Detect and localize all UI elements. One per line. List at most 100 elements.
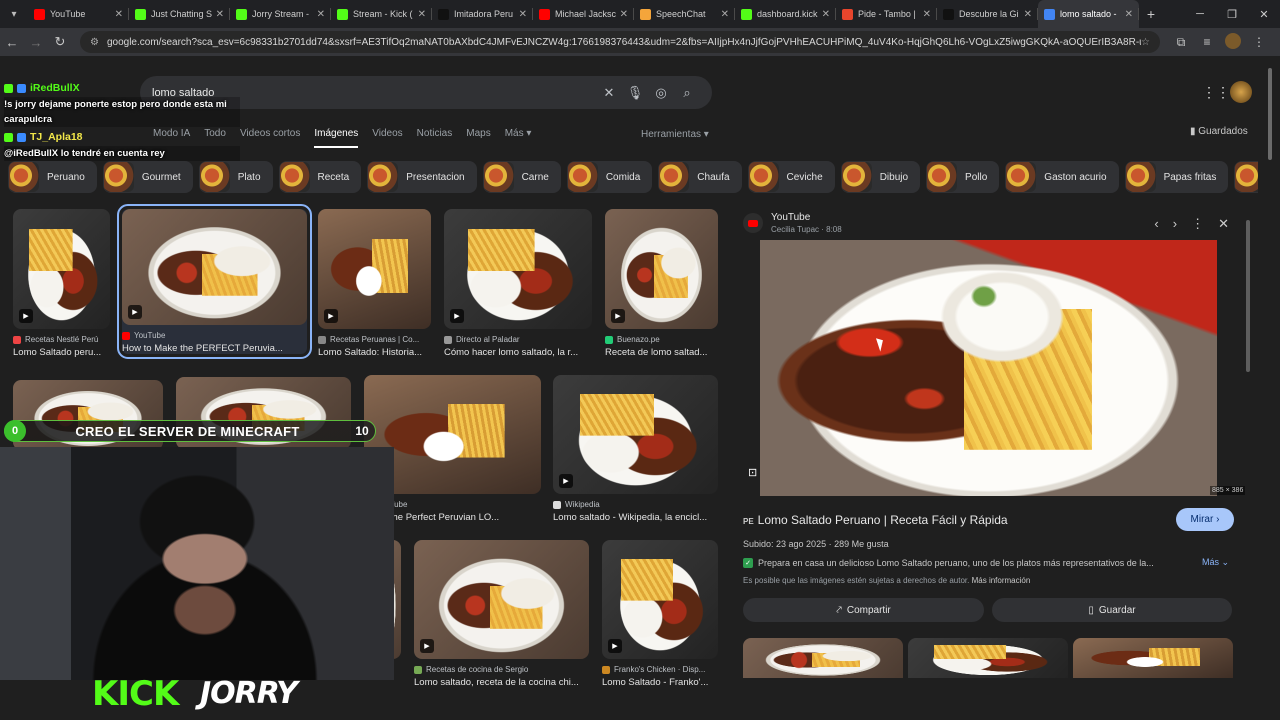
voice-search-icon[interactable]: 🎙 — [622, 85, 648, 101]
filter-chip[interactable]: Gaston acurio — [1005, 161, 1119, 193]
tab-search-icon[interactable]: ▾ — [0, 0, 28, 28]
browser-tab[interactable]: Just Chatting S ✕ — [129, 0, 230, 28]
preview-site[interactable]: YouTube — [771, 212, 842, 223]
browser-tab[interactable]: Imitadora Peru ✕ — [432, 0, 533, 28]
filter-chip[interactable]: Ceviche — [747, 161, 835, 193]
browser-tab[interactable]: Pide - Tambo | ✕ — [836, 0, 937, 28]
filter-chip[interactable]: Papas fritas — [1124, 161, 1229, 193]
panel-scrollbar[interactable] — [1246, 220, 1250, 372]
filter-chip[interactable]: Comida — [566, 161, 653, 193]
image-result[interactable]: ▶ Franko's Chicken · Disp... Lomo Saltado … — [602, 540, 718, 688]
site-info-icon[interactable]: ⚙ — [90, 37, 99, 48]
tab-más-[interactable]: Más ▾ — [505, 128, 532, 148]
menu-icon[interactable]: ⋮ — [1246, 35, 1272, 49]
result-title[interactable]: How to Make the PERFECT Peruvia... — [122, 343, 307, 354]
search-icon[interactable]: ⌕ — [674, 85, 700, 101]
image-result[interactable]: ▶ Recetas de cocina de Sergio Lomo saltado… — [414, 540, 589, 688]
result-source[interactable]: Wikipedia — [553, 500, 718, 509]
filter-chip[interactable]: Chaufa — [658, 161, 742, 193]
browser-tab[interactable]: SpeechChat ✕ — [634, 0, 735, 28]
page-scrollbar[interactable] — [1266, 60, 1274, 688]
saved-link[interactable]: ▮ Guardados — [1190, 126, 1248, 137]
extensions-icon[interactable]: ⧉ — [1168, 35, 1194, 50]
filter-chip[interactable]: Pollo — [926, 161, 1000, 193]
tab-imágenes[interactable]: Imágenes — [314, 128, 359, 148]
result-title[interactable]: Lomo saltado, receta de la cocina chi... — [414, 677, 589, 688]
profile-icon[interactable] — [1220, 32, 1246, 52]
browser-tab[interactable]: Jorry Stream - ✕ — [230, 0, 331, 28]
close-window-icon[interactable]: ✕ — [1248, 8, 1280, 21]
result-thumbnail[interactable]: ▶ — [414, 540, 589, 659]
related-image[interactable] — [908, 638, 1068, 678]
tab-videos[interactable]: Videos — [372, 128, 402, 148]
browser-tab[interactable]: Stream - Kick (✕ — [331, 0, 432, 28]
lens-icon[interactable]: ◎ — [648, 85, 674, 101]
tab-close-icon[interactable]: ✕ — [317, 9, 325, 20]
image-result[interactable]: ▶ Directo al Paladar Cómo hacer lomo salta… — [444, 209, 592, 358]
filter-chip[interactable]: Gourmet — [102, 161, 193, 193]
tab-close-icon[interactable]: ✕ — [115, 9, 123, 20]
result-source[interactable]: Directo al Paladar — [444, 335, 592, 344]
result-source[interactable]: Recetas Peruanas | Co... — [318, 335, 431, 344]
result-thumbnail[interactable]: ▶ — [122, 209, 307, 325]
tab-close-icon[interactable]: ✕ — [418, 9, 426, 20]
filter-chip[interactable]: E — [1234, 161, 1258, 193]
browser-tab[interactable]: Descubre la Gi ✕ — [937, 0, 1038, 28]
result-thumbnail[interactable]: ▶ — [444, 209, 592, 329]
new-tab-button[interactable]: + — [1139, 6, 1163, 22]
restore-icon[interactable]: ❐ — [1216, 8, 1248, 21]
result-title[interactable]: Lomo saltado - Wikipedia, la encicl... — [553, 512, 718, 523]
result-thumbnail[interactable]: ▶ — [553, 375, 718, 494]
tab-noticias[interactable]: Noticias — [417, 128, 453, 148]
back-icon[interactable]: ← — [0, 35, 24, 50]
filter-chip[interactable]: Dibujo — [840, 161, 921, 193]
tab-close-icon[interactable]: ✕ — [721, 9, 729, 20]
image-result[interactable]: ▶ Recetas Peruanas | Co... Lomo Saltado: H… — [318, 209, 431, 358]
bookmark-star-icon[interactable]: ☆ — [1141, 37, 1150, 48]
image-result[interactable]: ▶ YouTube How to Make the PERFECT Peruvia.… — [117, 204, 312, 359]
filter-chip[interactable]: Plato — [198, 161, 273, 193]
result-thumbnail[interactable]: ▶ — [602, 540, 718, 659]
result-title[interactable]: Lomo Saltado: Historia... — [318, 347, 431, 358]
result-source[interactable]: Recetas Nestlé Perú — [13, 335, 110, 344]
filter-chip[interactable]: Receta — [278, 161, 362, 193]
address-bar[interactable]: ⚙ google.com/search?sca_esv=6c98331b2701… — [80, 31, 1160, 53]
filter-chip[interactable]: Carne — [482, 161, 561, 193]
tab-videos-cortos[interactable]: Videos cortos — [240, 128, 300, 148]
minimize-icon[interactable]: ─ — [1184, 8, 1216, 20]
tab-close-icon[interactable]: ✕ — [923, 9, 931, 20]
tab-close-icon[interactable]: ✕ — [1125, 9, 1133, 20]
next-icon[interactable]: › — [1173, 216, 1177, 232]
tools-menu[interactable]: Herramientas ▾ — [641, 129, 709, 140]
clear-icon[interactable]: ✕ — [596, 85, 622, 101]
result-thumbnail[interactable]: ▶ — [13, 209, 110, 329]
reading-list-icon[interactable]: ≡ — [1194, 35, 1220, 49]
tab-close-icon[interactable]: ✕ — [620, 9, 628, 20]
watch-button[interactable]: Mirar › — [1176, 508, 1234, 531]
previous-icon[interactable]: ‹ — [1154, 216, 1158, 232]
result-title[interactable]: Cómo hacer lomo saltado, la r... — [444, 347, 592, 358]
result-thumbnail[interactable]: ▶ — [318, 209, 431, 329]
browser-tab[interactable]: dashboard.kick ✕ — [735, 0, 836, 28]
more-button[interactable]: Más ⌄ — [1202, 557, 1229, 568]
result-title[interactable]: Lomo Saltado - Franko'... — [602, 677, 718, 688]
more-info-link[interactable]: Más información — [972, 576, 1031, 585]
image-result[interactable]: ▶ Wikipedia Lomo saltado - Wikipedia, la e… — [553, 375, 718, 523]
result-title[interactable]: Lomo Saltado peru... — [13, 347, 110, 358]
browser-tab[interactable]: YouTube ✕ — [28, 0, 129, 28]
share-button[interactable]: ⤤ Compartir — [743, 598, 984, 622]
tab-close-icon[interactable]: ✕ — [1024, 9, 1032, 20]
forward-icon[interactable]: → — [24, 35, 48, 50]
close-icon[interactable]: ✕ — [1218, 216, 1229, 232]
preview-image[interactable] — [760, 240, 1217, 496]
lens-search-icon[interactable]: ⊡ — [748, 466, 764, 482]
tab-close-icon[interactable]: ✕ — [216, 9, 224, 20]
result-source[interactable]: Franko's Chicken · Disp... — [602, 665, 718, 674]
tab-maps[interactable]: Maps — [466, 128, 490, 148]
tab-close-icon[interactable]: ✕ — [519, 9, 527, 20]
filter-chip[interactable]: Presentacion — [367, 161, 477, 193]
filter-chip[interactable]: Peruano — [8, 161, 97, 193]
reload-icon[interactable]: ↻ — [48, 34, 72, 50]
avatar[interactable] — [1230, 81, 1252, 103]
image-result[interactable]: ▶ Recetas Nestlé Perú Lomo Saltado peru... — [13, 209, 110, 358]
